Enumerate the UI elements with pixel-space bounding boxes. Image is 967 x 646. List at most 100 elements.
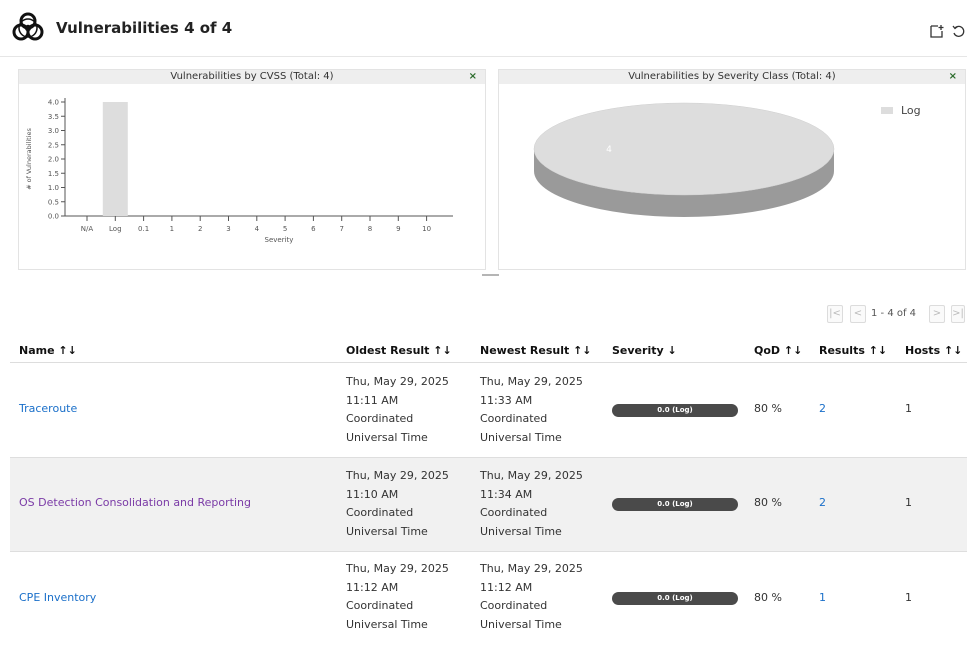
oldest-tz-line1: Coordinated (346, 506, 414, 519)
new-dashboard-icon[interactable] (929, 24, 944, 39)
x-tick-label: 9 (396, 225, 400, 233)
y-tick-label: 1.5 (48, 170, 59, 178)
newest-date: Thu, May 29, 2025 (480, 562, 583, 575)
column-header-severity[interactable]: Severity ↓ (612, 344, 677, 357)
y-tick-label: 0.5 (48, 198, 59, 206)
oldest-time: 11:10 AM (346, 487, 399, 501)
column-header-name[interactable]: Name ↑↓ (19, 344, 77, 357)
page-title: Vulnerabilities 4 of 4 (56, 19, 233, 37)
severity-chart-header[interactable]: Vulnerabilities by Severity Class (Total… (499, 70, 965, 84)
newest-result-cell: Thu, May 29, 2025 11:33 AM Coordinated U… (480, 373, 583, 447)
vulnerability-name-link[interactable]: Traceroute (19, 402, 77, 415)
x-tick-label: 2 (198, 225, 202, 233)
y-tick-label: 2.5 (48, 141, 59, 149)
newest-result-cell: Thu, May 29, 2025 11:12 AM Coordinated U… (480, 560, 583, 634)
newest-tz-line1: Coordinated (480, 599, 548, 612)
vulnerability-name-link[interactable]: OS Detection Consolidation and Reporting (19, 496, 251, 509)
newest-tz-line2: Universal Time (480, 430, 562, 444)
oldest-date: Thu, May 29, 2025 (346, 375, 449, 388)
x-axis-label: Severity (265, 236, 294, 244)
hosts-count: 1 (905, 496, 912, 509)
column-header-results[interactable]: Results ↑↓ (819, 344, 887, 357)
pagination-info: 1 - 4 of 4 (871, 308, 917, 319)
y-tick-label: 0.0 (48, 213, 59, 221)
oldest-result-cell: Thu, May 29, 2025 11:12 AM Coordinated U… (346, 560, 449, 634)
first-page-button[interactable]: |< (827, 305, 843, 323)
oldest-time: 11:12 AM (346, 580, 399, 594)
results-count-link[interactable]: 2 (819, 402, 826, 415)
oldest-result-cell: Thu, May 29, 2025 11:10 AM Coordinated U… (346, 467, 449, 541)
page-header: Vulnerabilities 4 of 4 (0, 0, 967, 57)
hosts-count: 1 (905, 591, 912, 604)
newest-tz-line1: Coordinated (480, 506, 548, 519)
cvss-chart-close-button[interactable]: × (469, 70, 477, 84)
y-tick-label: 3.0 (48, 127, 59, 135)
resize-handle[interactable] (482, 274, 499, 276)
legend-swatch (881, 107, 893, 114)
severity-bar: 0.0 (Log) (612, 498, 738, 511)
pie-slice-log (533, 102, 835, 196)
reset-icon[interactable] (951, 24, 966, 39)
y-tick-label: 1.0 (48, 184, 59, 192)
x-tick-label: 3 (226, 225, 230, 233)
oldest-tz-line1: Coordinated (346, 599, 414, 612)
oldest-time: 11:11 AM (346, 393, 399, 407)
severity-chart-close-button[interactable]: × (949, 70, 957, 84)
vulnerability-name-link[interactable]: CPE Inventory (19, 591, 96, 604)
severity-chart-title: Vulnerabilities by Severity Class (Total… (628, 71, 836, 82)
results-count-link[interactable]: 2 (819, 496, 826, 509)
x-tick-label: N/A (81, 225, 94, 233)
next-page-button[interactable]: > (929, 305, 945, 323)
biohazard-icon (12, 12, 44, 41)
pie-slice-label: 4 (606, 145, 612, 155)
newest-tz-line2: Universal Time (480, 617, 562, 631)
results-count-link[interactable]: 1 (819, 591, 826, 604)
y-tick-label: 2.0 (48, 156, 59, 164)
x-tick-label: 8 (368, 225, 372, 233)
y-tick-label: 4.0 (48, 99, 59, 107)
bar-log (102, 102, 128, 216)
qod-value: 80 % (754, 402, 782, 415)
severity-bar: 0.0 (Log) (612, 404, 738, 417)
x-tick-label: 4 (255, 225, 260, 233)
newest-result-cell: Thu, May 29, 2025 11:34 AM Coordinated U… (480, 467, 583, 541)
qod-value: 80 % (754, 591, 782, 604)
x-tick-label: 0.1 (138, 225, 149, 233)
oldest-tz-line1: Coordinated (346, 412, 414, 425)
x-tick-label: 10 (422, 225, 431, 233)
newest-date: Thu, May 29, 2025 (480, 469, 583, 482)
cvss-bar-chart: 0.0 0.5 1.0 1.5 2.0 2.5 3.0 3.5 4.0 N/A Log 0.1 1 2 3 4… (25, 98, 453, 244)
severity-chart-panel: Vulnerabilities by Severity Class (Total… (498, 69, 966, 270)
last-page-button[interactable]: >| (951, 305, 965, 323)
newest-tz-line2: Universal Time (480, 524, 562, 538)
y-axis-label: # of Vulnerabilities (25, 127, 33, 189)
x-tick-label: 1 (170, 225, 174, 233)
column-header-hosts[interactable]: Hosts ↑↓ (905, 344, 962, 357)
x-tick-label: 6 (311, 225, 316, 233)
qod-value: 80 % (754, 496, 782, 509)
cvss-chart-panel: Vulnerabilities by CVSS (Total: 4) × 0.0… (18, 69, 486, 270)
hosts-count: 1 (905, 402, 912, 415)
oldest-date: Thu, May 29, 2025 (346, 469, 449, 482)
column-header-oldest-result[interactable]: Oldest Result ↑↓ (346, 344, 452, 357)
legend-label: Log (901, 104, 921, 117)
x-tick-label: 7 (339, 225, 343, 233)
cvss-chart-title: Vulnerabilities by CVSS (Total: 4) (170, 71, 334, 82)
x-tick-label: 5 (283, 225, 287, 233)
newest-time: 11:33 AM (480, 393, 533, 407)
column-header-newest-result[interactable]: Newest Result ↑↓ (480, 344, 592, 357)
newest-tz-line1: Coordinated (480, 412, 548, 425)
oldest-tz-line2: Universal Time (346, 617, 428, 631)
oldest-result-cell: Thu, May 29, 2025 11:11 AM Coordinated U… (346, 373, 449, 447)
cvss-chart-header[interactable]: Vulnerabilities by CVSS (Total: 4) × (19, 70, 485, 84)
severity-bar: 0.0 (Log) (612, 592, 738, 605)
severity-pie-chart: 4 Log (533, 102, 921, 217)
newest-date: Thu, May 29, 2025 (480, 375, 583, 388)
y-tick-label: 3.5 (48, 113, 59, 121)
oldest-tz-line2: Universal Time (346, 430, 428, 444)
x-tick-label: Log (109, 225, 122, 233)
previous-page-button[interactable]: < (850, 305, 866, 323)
oldest-date: Thu, May 29, 2025 (346, 562, 449, 575)
newest-time: 11:12 AM (480, 580, 533, 594)
column-header-qod[interactable]: QoD ↑↓ (754, 344, 802, 357)
